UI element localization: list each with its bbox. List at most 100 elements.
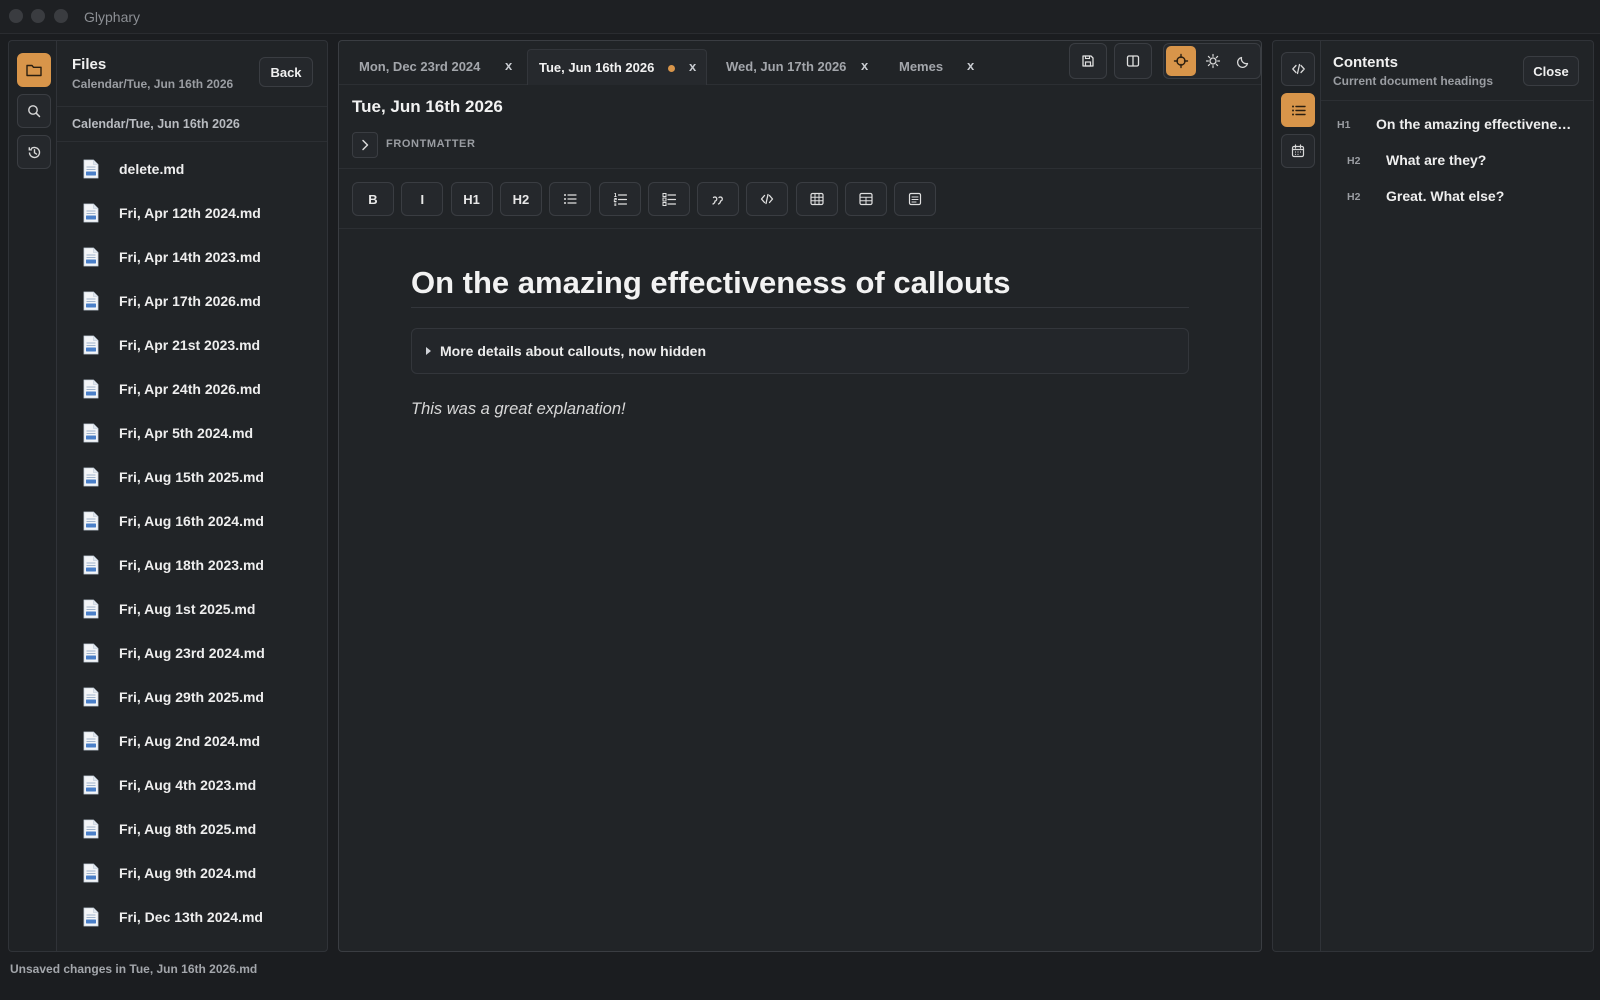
tab-label: Tue, Jun 16th 2026 <box>539 60 655 75</box>
file-item[interactable]: Fri, Apr 24th 2026.md <box>57 367 327 411</box>
callout-icon <box>909 192 922 206</box>
file-item[interactable]: Fri, Aug 8th 2025.md <box>57 807 327 851</box>
toc-level: H2 <box>1347 155 1361 167</box>
file-item[interactable]: Fri, Apr 21st 2023.md <box>57 323 327 367</box>
file-name: Fri, Apr 12th 2024.md <box>119 205 261 221</box>
format-button-label: H1 <box>463 191 480 207</box>
file-item[interactable]: Fri, Aug 1st 2025.md <box>57 587 327 631</box>
file-name: Fri, Apr 24th 2026.md <box>119 381 261 397</box>
toc-level: H2 <box>1347 191 1361 203</box>
light-theme-button[interactable] <box>1198 46 1228 76</box>
contents-button[interactable] <box>1281 93 1315 127</box>
history-icon <box>28 146 40 158</box>
bullet-list-icon <box>564 194 577 204</box>
checklist-icon <box>662 193 676 206</box>
tab-memes[interactable]: Memes x <box>885 49 985 85</box>
chevron-right-icon <box>362 139 369 151</box>
window-close-button[interactable] <box>9 9 23 23</box>
callout-button[interactable] <box>894 182 937 216</box>
table-header-button[interactable] <box>845 182 887 216</box>
numbered-list-button[interactable] <box>598 182 641 216</box>
markdown-file-icon <box>83 687 99 707</box>
markdown-file-icon <box>83 731 99 751</box>
calendar-button[interactable] <box>1281 134 1315 168</box>
heading-1-button[interactable]: H1 <box>450 182 493 216</box>
code-button[interactable] <box>746 182 789 216</box>
tab-wed-jun-17th-2026[interactable]: Wed, Jun 17th 2026 x <box>711 49 881 85</box>
file-item[interactable]: Fri, Aug 23rd 2024.md <box>57 631 327 675</box>
markdown-file-icon <box>83 819 99 839</box>
toc-text: What are they? <box>1386 152 1487 168</box>
file-item[interactable]: Fri, Aug 4th 2023.md <box>57 763 327 807</box>
contents-panel: Contents Current document headings Close… <box>1320 40 1594 952</box>
markdown-file-icon <box>83 599 99 619</box>
tab-mon-dec-23rd-2024[interactable]: Mon, Dec 23rd 2024 x <box>347 49 523 85</box>
files-rail-button[interactable] <box>17 53 51 87</box>
file-item[interactable]: Fri, Aug 15th 2025.md <box>57 455 327 499</box>
file-item[interactable]: Fri, Aug 18th 2023.md <box>57 543 327 587</box>
file-item[interactable]: Fri, Aug 2nd 2024.md <box>57 719 327 763</box>
bullet-list-button[interactable] <box>549 182 592 216</box>
folder-icon <box>26 64 42 77</box>
italic-button[interactable]: I <box>401 182 444 216</box>
history-rail-button[interactable] <box>17 135 51 169</box>
files-header: Files Calendar/Tue, Jun 16th 2026 Back <box>57 41 327 107</box>
dark-theme-button[interactable] <box>1229 46 1259 76</box>
save-button[interactable] <box>1069 43 1107 79</box>
close-button[interactable]: Close <box>1523 56 1579 86</box>
document-paragraph[interactable]: This was a great explanation! <box>411 400 626 419</box>
bold-button[interactable]: B <box>352 182 394 216</box>
right-rail <box>1272 40 1320 952</box>
markdown-file-icon <box>83 203 99 223</box>
calendar-icon <box>1291 144 1305 158</box>
file-item[interactable]: Fri, Aug 16th 2024.md <box>57 499 327 543</box>
file-item[interactable]: Fri, Apr 5th 2024.md <box>57 411 327 455</box>
numbered-list-icon <box>613 193 627 206</box>
moon-icon <box>1237 56 1249 68</box>
window-zoom-button[interactable] <box>54 9 68 23</box>
file-name: Fri, Aug 2nd 2024.md <box>119 733 261 749</box>
toc-item-h1[interactable]: H1 On the amazing effectiveness of callo… <box>1321 112 1593 140</box>
frontmatter-toggle[interactable] <box>352 132 378 158</box>
file-item[interactable]: Fri, Aug 29th 2025.md <box>57 675 327 719</box>
file-item[interactable]: delete.md <box>57 147 327 191</box>
document-heading[interactable]: On the amazing effectiveness of callouts <box>411 265 1011 301</box>
file-name: Fri, Dec 13th 2024.md <box>119 909 263 925</box>
tab-tue-jun-16th-2026[interactable]: Tue, Jun 16th 2026 x <box>527 49 707 85</box>
toc-item-h2[interactable]: H2 What are they? <box>1321 148 1593 176</box>
tab-close-button[interactable]: x <box>861 58 868 73</box>
callout-block[interactable]: More details about callouts, now hidden <box>411 328 1189 374</box>
source-view-button[interactable] <box>1281 52 1315 86</box>
toc-item-h2[interactable]: H2 Great. What else? <box>1321 184 1593 212</box>
tab-close-button[interactable]: x <box>505 58 512 73</box>
file-name: Fri, Aug 16th 2024.md <box>119 513 264 529</box>
checklist-button[interactable] <box>647 182 690 216</box>
file-name: Fri, Apr 5th 2024.md <box>119 425 254 441</box>
file-name: Fri, Aug 9th 2024.md <box>119 865 257 881</box>
search-icon <box>28 105 41 118</box>
table-button[interactable] <box>795 182 838 216</box>
tab-close-button[interactable]: x <box>967 58 974 73</box>
back-button[interactable]: Back <box>259 57 313 87</box>
window-minimize-button[interactable] <box>31 9 45 23</box>
file-name: Fri, Apr 14th 2023.md <box>119 249 261 265</box>
markdown-file-icon <box>83 379 99 399</box>
left-rail <box>8 40 56 952</box>
tab-bar: Mon, Dec 23rd 2024 x Tue, Jun 16th 2026 … <box>339 41 1261 85</box>
search-rail-button[interactable] <box>17 94 51 128</box>
split-view-button[interactable] <box>1114 43 1152 79</box>
tab-close-button[interactable]: x <box>689 59 696 74</box>
divider <box>57 141 327 142</box>
auto-theme-button[interactable] <box>1166 46 1196 76</box>
file-item[interactable]: Fri, Dec 13th 2024.md <box>57 895 327 939</box>
heading-2-button[interactable]: H2 <box>499 182 542 216</box>
file-item[interactable]: Fri, Aug 9th 2024.md <box>57 851 327 895</box>
markdown-file-icon <box>83 467 99 487</box>
file-item[interactable]: Fri, Apr 12th 2024.md <box>57 191 327 235</box>
disclosure-triangle-icon[interactable] <box>426 347 431 355</box>
markdown-file-icon <box>83 159 99 179</box>
heading-rule <box>411 307 1189 308</box>
file-item[interactable]: Fri, Apr 14th 2023.md <box>57 235 327 279</box>
file-item[interactable]: Fri, Apr 17th 2026.md <box>57 279 327 323</box>
quote-button[interactable] <box>697 182 740 216</box>
